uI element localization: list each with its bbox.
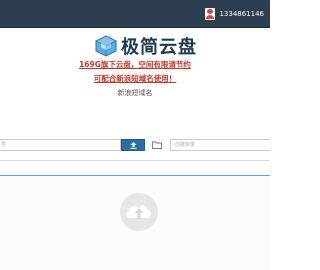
user-menu[interactable]: 1334861146 xyxy=(205,6,264,22)
logo-text: 极简云盘 xyxy=(121,37,197,58)
upload-toolbar: 号 创建目录 xyxy=(0,139,270,151)
username-label: 1334861146 xyxy=(219,10,264,18)
promo-line-1[interactable]: 169G旗下云盘，空间有限请节约 xyxy=(0,59,270,70)
file-input[interactable]: 号 xyxy=(0,139,121,151)
cloud-upload-icon xyxy=(120,193,158,231)
file-drop-zone[interactable] xyxy=(0,175,270,270)
cube-cloud-logo-icon xyxy=(95,35,117,57)
folder-icon xyxy=(152,141,162,149)
upload-icon xyxy=(130,141,136,149)
divider xyxy=(0,160,270,161)
promo-line-2[interactable]: 可配合新浪短域名使用！ xyxy=(0,73,270,84)
page: 1334861146 极简云盘 169G旗下云盘，空间有限请节约 可配合新浪短域… xyxy=(0,0,270,270)
new-domain-label: 新浪短域名 xyxy=(117,89,153,97)
upload-button[interactable] xyxy=(121,139,145,151)
top-navbar: 1334861146 xyxy=(0,0,270,28)
user-avatar-icon xyxy=(205,8,216,20)
site-logo[interactable]: 极简云盘 xyxy=(95,33,197,59)
directory-input[interactable]: 创建目录 xyxy=(170,139,270,151)
